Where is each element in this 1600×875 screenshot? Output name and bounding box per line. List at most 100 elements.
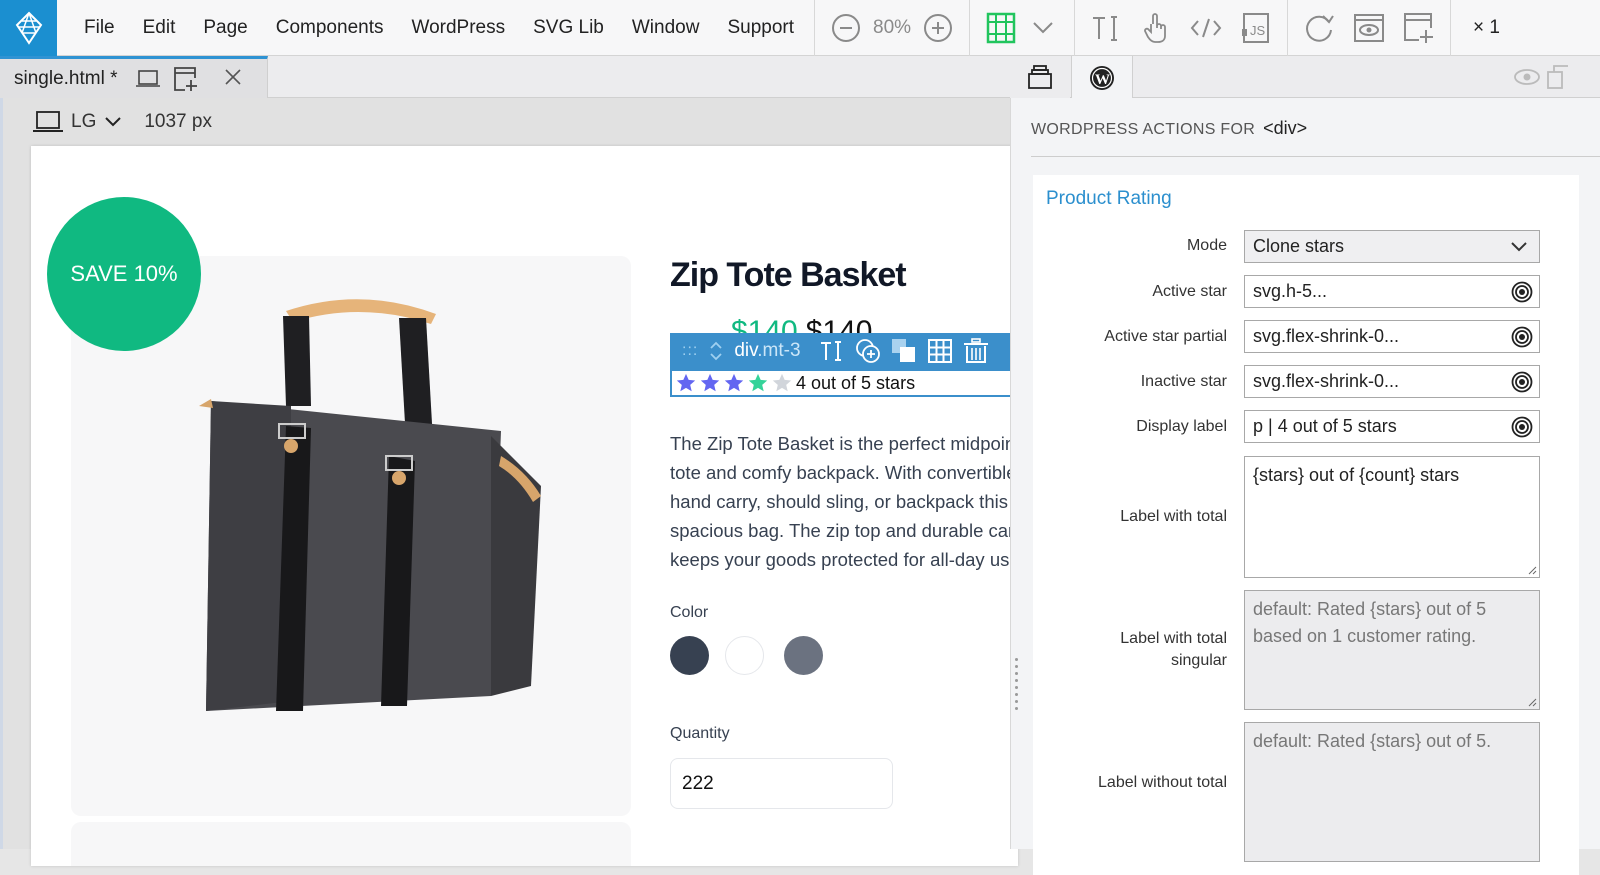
product-price: $140 $140 bbox=[731, 313, 873, 335]
pinegrow-logo-icon bbox=[15, 11, 42, 45]
display-label-input[interactable]: p | 4 out of 5 stars bbox=[1244, 410, 1540, 443]
close-tab-icon[interactable] bbox=[224, 66, 242, 92]
color-swatch-white[interactable] bbox=[725, 636, 764, 675]
delete-icon[interactable] bbox=[963, 338, 989, 364]
color-swatch-dark[interactable] bbox=[670, 636, 709, 675]
multiplier-group: × 1 bbox=[1450, 0, 1522, 56]
menu-wordpress[interactable]: WordPress bbox=[411, 17, 505, 39]
mode-select[interactable]: Clone stars bbox=[1244, 230, 1540, 263]
display-label-value: p | 4 out of 5 stars bbox=[1253, 416, 1397, 436]
divider bbox=[1031, 156, 1600, 157]
star-inactive-icon bbox=[772, 373, 792, 392]
label-line: Label with total bbox=[1120, 630, 1227, 647]
label-with-total-singular-textarea[interactable]: default: Rated {stars} out of 5 based on… bbox=[1244, 590, 1540, 710]
label-without-total-textarea[interactable]: default: Rated {stars} out of 5. bbox=[1244, 722, 1540, 862]
mode-value: Clone stars bbox=[1253, 236, 1345, 256]
menu-page[interactable]: Page bbox=[203, 17, 247, 39]
svg-text:JS: JS bbox=[1250, 23, 1266, 38]
inactive-star-label: Inactive star bbox=[1140, 373, 1227, 390]
mode-label: Mode bbox=[1186, 237, 1227, 254]
eye-icon bbox=[1514, 69, 1540, 85]
detach-icon bbox=[1547, 65, 1568, 89]
layout-grid-icon[interactable] bbox=[984, 11, 1018, 45]
panel-header-label: WORDPRESS ACTIONS FOR bbox=[1031, 121, 1256, 138]
star-active-icon bbox=[700, 373, 720, 392]
duplicate-icon[interactable] bbox=[891, 338, 917, 364]
color-swatch-gray[interactable] bbox=[784, 636, 823, 675]
menu-edit[interactable]: Edit bbox=[143, 17, 176, 39]
resize-grip-icon[interactable] bbox=[1527, 565, 1537, 575]
pick-element-icon[interactable] bbox=[1511, 281, 1533, 303]
inactive-star-input[interactable]: svg.flex-shrink-0... bbox=[1244, 365, 1540, 398]
product-rating-section: Product Rating Mode Clone stars Active s… bbox=[1033, 175, 1579, 875]
product-image-thumbnail[interactable] bbox=[71, 822, 631, 866]
section-title[interactable]: Product Rating bbox=[1046, 188, 1172, 210]
laptop-icon[interactable] bbox=[33, 110, 63, 134]
select-parent-icon[interactable] bbox=[708, 339, 724, 363]
label-with-total-label: Label with total bbox=[1120, 508, 1227, 525]
star-active-icon bbox=[676, 373, 696, 392]
panel-resize-handle[interactable] bbox=[1015, 658, 1019, 714]
label-with-total-textarea[interactable]: {stars} out of {count} stars bbox=[1244, 456, 1540, 578]
laptop-icon[interactable] bbox=[134, 65, 162, 93]
text-edit-icon[interactable] bbox=[1089, 11, 1123, 45]
placeholder: default: Rated {stars} out of 5 based on… bbox=[1253, 599, 1487, 646]
tab-wordpress[interactable]: W bbox=[1071, 56, 1133, 99]
preview-toggle[interactable] bbox=[1512, 56, 1542, 98]
pick-element-icon[interactable] bbox=[1511, 371, 1533, 393]
quantity-label: Quantity bbox=[670, 725, 730, 742]
star-active-icon bbox=[748, 373, 768, 392]
drag-handle-icon[interactable]: ::: bbox=[682, 342, 698, 360]
active-star-partial-input[interactable]: svg.flex-shrink-0... bbox=[1244, 320, 1540, 353]
detach-panel[interactable] bbox=[1546, 56, 1600, 98]
zoom-out-icon[interactable] bbox=[829, 11, 863, 45]
refresh-icon[interactable] bbox=[1302, 11, 1336, 45]
menu-support[interactable]: Support bbox=[727, 17, 794, 39]
rating-stars bbox=[674, 372, 794, 394]
code-icon[interactable] bbox=[1189, 11, 1223, 45]
edit-tools: JS bbox=[1074, 0, 1287, 56]
preview-icon[interactable] bbox=[1352, 11, 1386, 45]
label-without-total-label: Label without total bbox=[1098, 774, 1227, 791]
active-star-label: Active star bbox=[1152, 283, 1227, 300]
menu-file[interactable]: File bbox=[84, 17, 115, 39]
interactions-icon[interactable] bbox=[1139, 11, 1173, 45]
active-star-partial-value: svg.flex-shrink-0... bbox=[1253, 326, 1400, 346]
label-with-total-singular-label: Label with total singular bbox=[1120, 628, 1227, 672]
new-window-icon[interactable] bbox=[1402, 11, 1436, 45]
element-toolbar: ::: div.mt-3 bbox=[670, 333, 1018, 369]
add-element-icon[interactable] bbox=[855, 338, 881, 364]
pick-element-icon[interactable] bbox=[1511, 326, 1533, 348]
product-rating[interactable]: 4 out of 5 stars bbox=[670, 369, 1018, 397]
quantity-input[interactable]: 222 bbox=[670, 758, 893, 809]
viewport-size[interactable]: LG bbox=[71, 111, 96, 133]
panel-header: WORDPRESS ACTIONS FOR <div> bbox=[1031, 118, 1307, 139]
menu-bar: File Edit Page Components WordPress SVG … bbox=[0, 0, 1600, 56]
menu-window[interactable]: Window bbox=[632, 17, 700, 39]
design-canvas: LG 1037 px SAVE 10% Zip Tote Basket $140… bbox=[0, 98, 1018, 866]
resize-grip-icon[interactable] bbox=[1527, 697, 1537, 707]
label-with-total-value: {stars} out of {count} stars bbox=[1253, 465, 1460, 485]
window-multiplier[interactable]: × 1 bbox=[1473, 17, 1500, 39]
menu-svg-lib[interactable]: SVG Lib bbox=[533, 17, 604, 39]
sale-price: $140 bbox=[731, 315, 798, 335]
grid-icon[interactable] bbox=[927, 338, 953, 364]
chevron-down-icon[interactable] bbox=[1026, 11, 1060, 45]
tab-project-files[interactable] bbox=[1010, 56, 1070, 98]
star-active-icon bbox=[724, 373, 744, 392]
tab-row: single.html * W bbox=[0, 56, 1600, 99]
javascript-icon[interactable]: JS bbox=[1239, 11, 1273, 45]
app-logo[interactable] bbox=[0, 0, 57, 56]
open-in-window-icon[interactable] bbox=[172, 65, 200, 93]
product-description: The Zip Tote Basket is the perfect midpo… bbox=[670, 429, 1018, 574]
chevron-down-icon[interactable] bbox=[104, 116, 122, 128]
active-star-input[interactable]: svg.h-5... bbox=[1244, 275, 1540, 308]
selected-tag: div bbox=[734, 340, 758, 361]
menu-components[interactable]: Components bbox=[276, 17, 384, 39]
display-label-label: Display label bbox=[1136, 418, 1227, 435]
pick-element-icon[interactable] bbox=[1511, 416, 1533, 438]
placeholder: default: Rated {stars} out of 5. bbox=[1253, 731, 1492, 751]
document-tab[interactable]: single.html * bbox=[0, 56, 268, 98]
text-edit-icon[interactable] bbox=[819, 338, 845, 364]
zoom-in-icon[interactable] bbox=[921, 11, 955, 45]
